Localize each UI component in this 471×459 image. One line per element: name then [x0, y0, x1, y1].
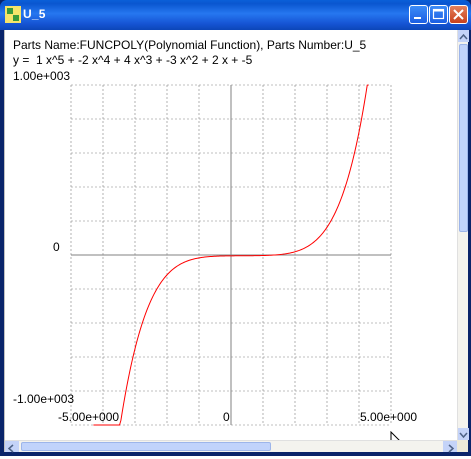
- plot-area: [70, 84, 392, 426]
- x-max-label: 5.00e+000: [360, 410, 418, 424]
- vertical-scroll-thumb[interactable]: [459, 44, 468, 232]
- y-min-label: -1.00e+003: [13, 392, 75, 406]
- close-icon: [453, 9, 464, 20]
- arrow-right-icon: [448, 444, 455, 453]
- scroll-up-button[interactable]: [458, 30, 469, 42]
- title-bar[interactable]: U_5: [0, 0, 471, 30]
- x-min-label: -5.00e+000: [58, 410, 120, 424]
- maximize-button[interactable]: [429, 5, 448, 24]
- mouse-cursor-icon: [390, 431, 400, 440]
- y-max-label: 1.00e+003: [13, 69, 71, 83]
- axes: [71, 85, 391, 425]
- x-zero-label: 0: [223, 410, 230, 424]
- vertical-scrollbar[interactable]: [457, 30, 469, 440]
- maximize-icon: [432, 8, 445, 20]
- scrollbar-corner: [457, 440, 468, 452]
- application-window: U_5 Parts Name:FUNCPOLY(Polynomial Funct…: [0, 0, 471, 456]
- client-area: Parts Name:FUNCPOLY(Polynomial Function)…: [4, 30, 469, 453]
- app-icon: [5, 6, 21, 23]
- scroll-left-button[interactable]: [5, 441, 19, 453]
- arrow-left-icon: [7, 444, 14, 453]
- horizontal-scroll-thumb[interactable]: [21, 442, 271, 451]
- graph-view: Parts Name:FUNCPOLY(Polynomial Function)…: [5, 30, 457, 440]
- minimize-button[interactable]: [409, 5, 428, 24]
- scroll-right-button[interactable]: [443, 441, 457, 453]
- window-title: U_5: [23, 7, 46, 21]
- scroll-down-button[interactable]: [458, 428, 469, 440]
- arrow-up-icon: [459, 33, 468, 40]
- minimize-icon: [414, 17, 421, 19]
- close-button[interactable]: [449, 5, 468, 24]
- y-zero-label: 0: [53, 240, 60, 254]
- horizontal-scrollbar[interactable]: [5, 440, 457, 453]
